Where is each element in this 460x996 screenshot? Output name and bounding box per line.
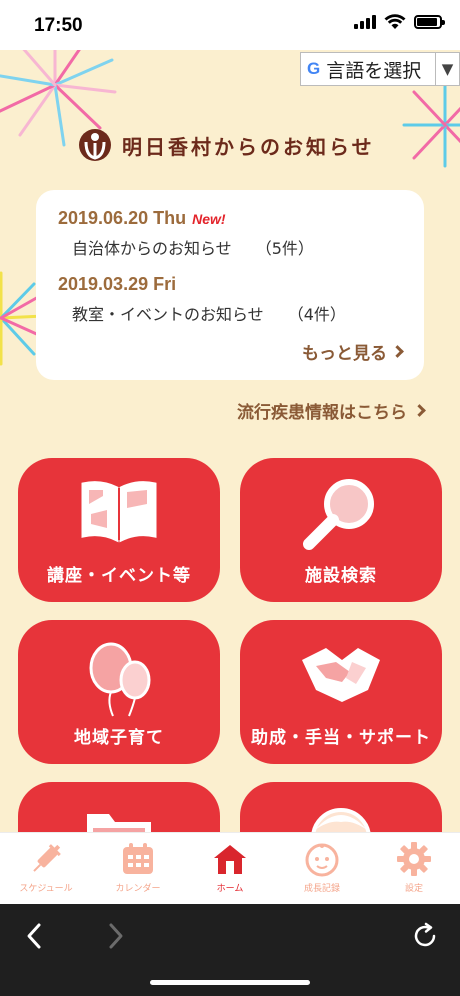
new-badge: New! (192, 211, 226, 227)
tile-label: 講座・イベント等 (47, 566, 191, 586)
browser-toolbar (0, 904, 460, 996)
chevron-right-icon (413, 404, 426, 417)
news-count: （4件） (287, 305, 346, 324)
forward-button[interactable] (98, 918, 134, 954)
news-title[interactable]: 自治体からのお知らせ （5件） (72, 235, 314, 259)
face-icon (311, 808, 371, 832)
tab-schedule[interactable]: スケジュール (0, 833, 92, 904)
tab-label: 設定 (404, 884, 423, 894)
tab-calendar[interactable]: カレンダー (92, 833, 184, 904)
brand-header: 明日香村からのお知らせ (78, 128, 375, 162)
news-item[interactable]: 2019.03.29 Fri 教室・イベントのお知らせ （4件） (58, 274, 346, 325)
brand-title: 明日香村からのお知らせ (122, 134, 375, 159)
status-icons (354, 14, 445, 30)
tile-events[interactable]: 講座・イベント等 (18, 458, 220, 602)
reload-icon (414, 922, 436, 947)
tile-face[interactable] (240, 782, 442, 832)
house-icon (214, 845, 246, 874)
baby-face-icon (305, 843, 339, 877)
home-indicator (150, 980, 310, 985)
firework-decoration-icon (402, 82, 460, 168)
status-time: 17:50 (34, 15, 83, 36)
tile-label: 施設検索 (305, 566, 377, 586)
status-bar: 17:50 (0, 0, 460, 50)
language-select[interactable]: G 言語を選択 ▼ (300, 52, 460, 86)
tab-home[interactable]: ホーム (184, 833, 276, 904)
wifi-icon (384, 14, 406, 29)
tab-label: スケジュール (19, 884, 73, 894)
news-item[interactable]: 2019.06.20 Thu New! 自治体からのお知らせ （5件） (58, 208, 314, 259)
tab-settings[interactable]: 設定 (368, 833, 460, 904)
tab-label: ホーム (216, 884, 244, 894)
dropdown-arrow-icon[interactable]: ▼ (435, 53, 459, 85)
tab-label: 成長記録 (303, 884, 340, 894)
village-logo-icon (79, 129, 111, 161)
home-content[interactable]: G 言語を選択 ▼ 明日香村からのお知らせ 2019.06.20 Thu New!… (0, 50, 460, 832)
tile-label: 地域子育て (74, 728, 164, 748)
chevron-right-icon (109, 923, 123, 949)
news-title[interactable]: 教室・イベントのお知らせ （4件） (72, 301, 346, 325)
tile-support[interactable]: 助成・手当・サポート (240, 620, 442, 764)
battery-icon (414, 15, 445, 29)
chevron-left-icon (27, 923, 41, 949)
chevron-right-icon (391, 345, 404, 358)
more-news-link[interactable]: もっと見る (302, 339, 404, 364)
tile-label: 助成・手当・サポート (251, 728, 431, 748)
reload-button[interactable] (408, 918, 444, 954)
folder-icon (87, 814, 151, 832)
news-date: 2019.03.29 Fri (58, 274, 177, 294)
tab-growth-record[interactable]: 成長記録 (276, 833, 368, 904)
google-logo-icon: G (307, 59, 321, 78)
tile-child-rearing[interactable]: 地域子育て (18, 620, 220, 764)
balloons-icon (89, 642, 151, 717)
syringe-icon (33, 844, 61, 872)
cellular-signal-icon (354, 15, 376, 29)
language-select-label: 言語を選択 (326, 59, 422, 82)
magnifier-icon (303, 479, 374, 550)
tab-label: カレンダー (115, 884, 161, 894)
news-card: 2019.06.20 Thu New! 自治体からのお知らせ （5件） 2019.0… (36, 190, 424, 380)
calendar-icon (123, 843, 153, 874)
gear-icon (397, 842, 431, 876)
handshake-icon (302, 648, 380, 702)
tile-facility-search[interactable]: 施設検索 (240, 458, 442, 602)
tile-folder[interactable] (18, 782, 220, 832)
news-count: （5件） (255, 239, 314, 258)
tab-bar: スケジュール カレンダー ホーム 成長記録 設定 (0, 832, 460, 904)
news-date: 2019.06.20 Thu (58, 208, 187, 228)
back-button[interactable] (16, 918, 52, 954)
book-icon (81, 481, 157, 543)
disease-info-link[interactable]: 流行疾患情報はこちら (237, 398, 426, 423)
